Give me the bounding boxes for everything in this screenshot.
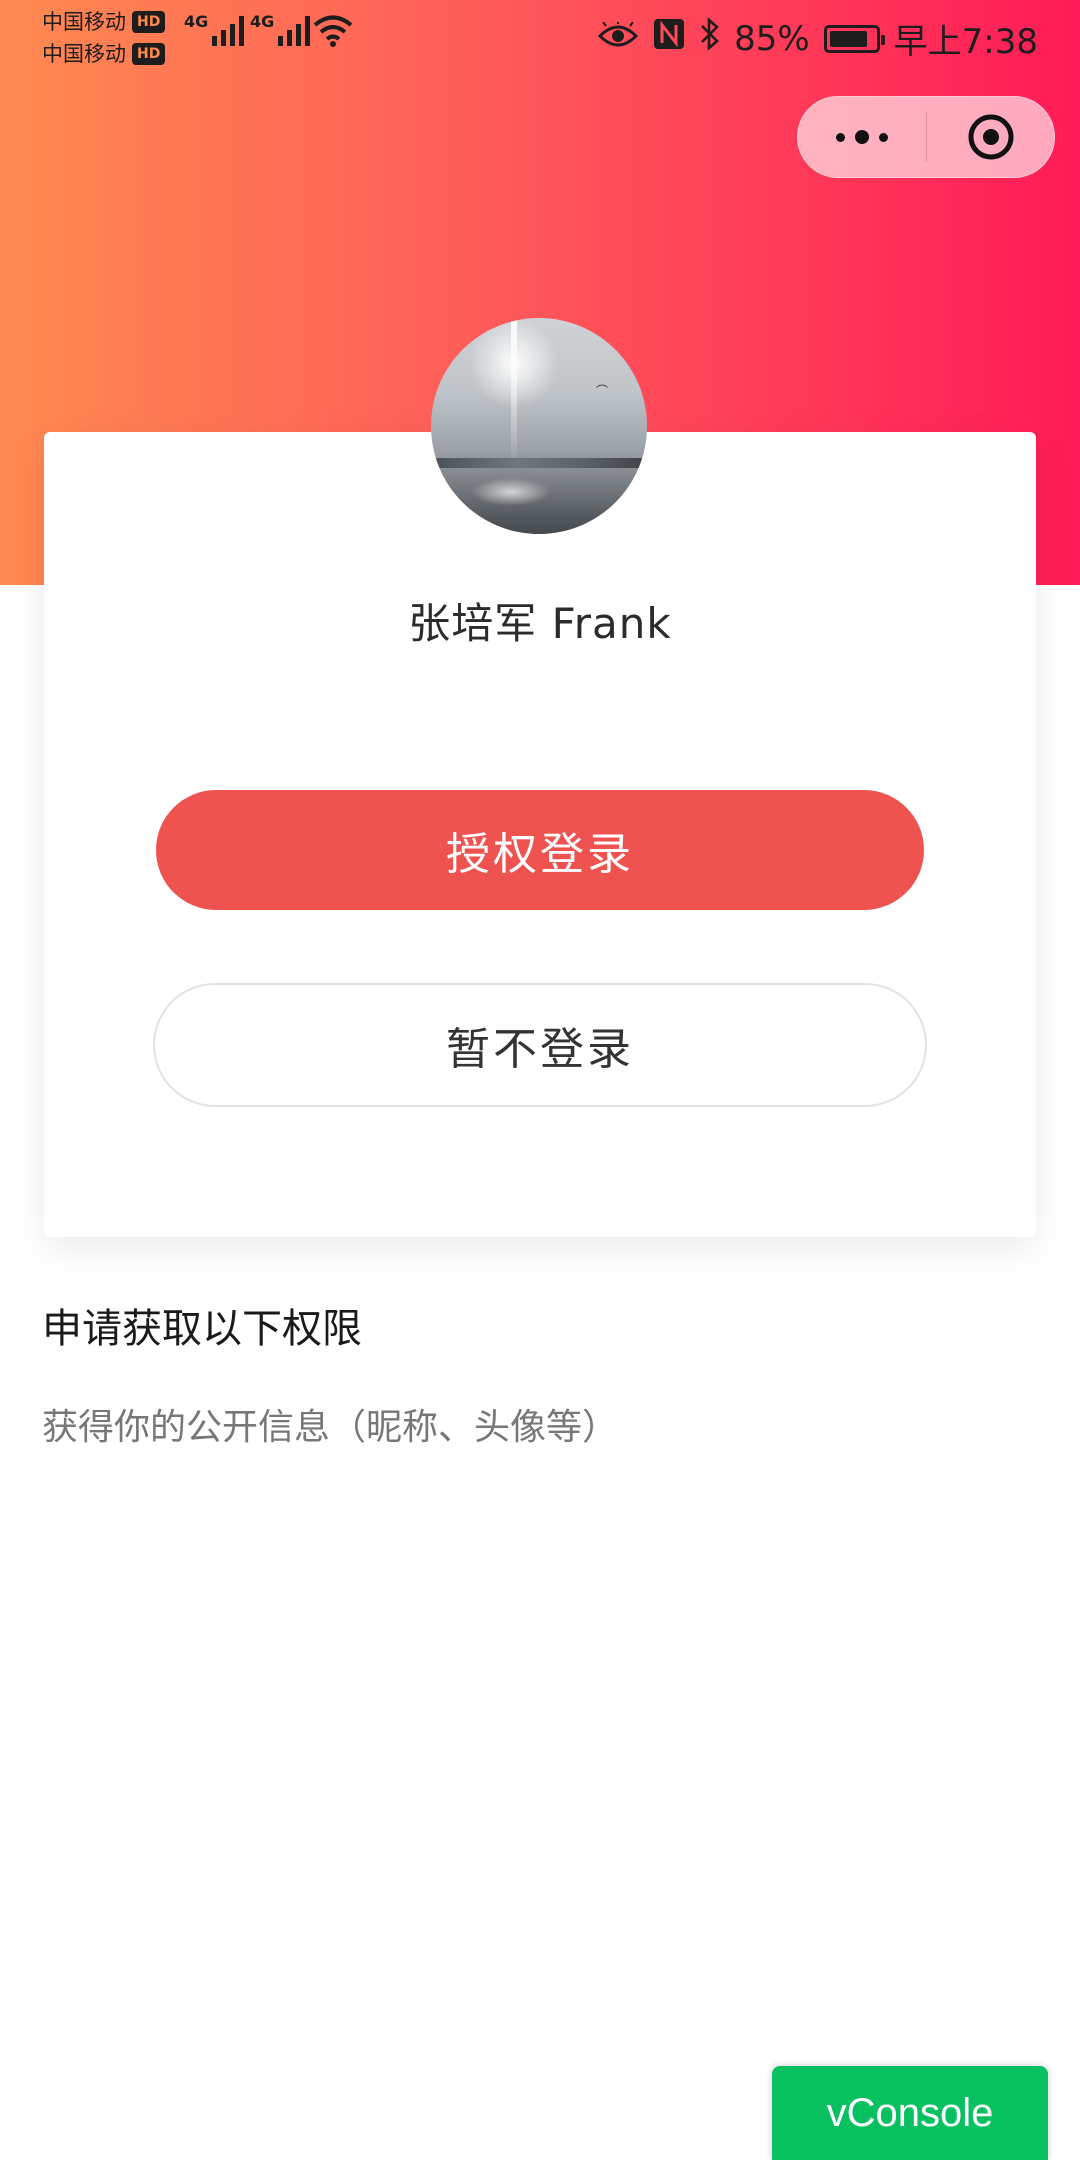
network-type-2: 4G (250, 12, 275, 31)
wifi-icon (312, 14, 354, 54)
signal-strength-2: 4G (250, 12, 311, 46)
avatar: ⌒ (431, 318, 647, 534)
vconsole-button[interactable]: vConsole (772, 2066, 1048, 2160)
hd-badge-2: HD (132, 43, 166, 65)
hd-badge-1: HD (132, 11, 166, 33)
bluetooth-icon (700, 17, 720, 60)
battery-percent: 85% (734, 18, 810, 59)
authorize-login-button[interactable]: 授权登录 (156, 790, 924, 910)
target-close-icon[interactable] (927, 97, 1054, 177)
signal-bars-icon (278, 14, 311, 46)
signal-bars-icon (212, 14, 245, 46)
carrier-name-2: 中国移动 (42, 42, 126, 66)
status-time: 早上7:38 (893, 22, 1038, 62)
skip-login-button[interactable]: 暂不登录 (153, 983, 927, 1107)
signal-strength-1: 4G (184, 12, 245, 46)
carrier-name-1: 中国移动 (42, 10, 126, 34)
status-bar: 中国移动 HD 中国移动 HD 4G 4G 85% 早上7:38 (0, 0, 1080, 76)
status-right-group: 85% 早上7:38 (597, 14, 1038, 63)
carrier-info: 中国移动 HD 中国移动 HD (42, 6, 166, 70)
permissions-title: 申请获取以下权限 (42, 1306, 362, 1352)
battery-icon (823, 24, 885, 53)
permission-item: 获得你的公开信息（昵称、头像等） (42, 1407, 619, 1448)
nfc-icon (652, 17, 686, 60)
more-dots-icon[interactable] (798, 97, 926, 177)
mini-program-capsule (797, 96, 1055, 178)
user-nickname: 张培军 Frank (408, 599, 672, 648)
eye-comfort-icon (597, 19, 639, 59)
carrier-line-2: 中国移动 HD (42, 38, 166, 70)
network-type-1: 4G (184, 12, 209, 31)
carrier-line-1: 中国移动 HD (42, 6, 166, 38)
